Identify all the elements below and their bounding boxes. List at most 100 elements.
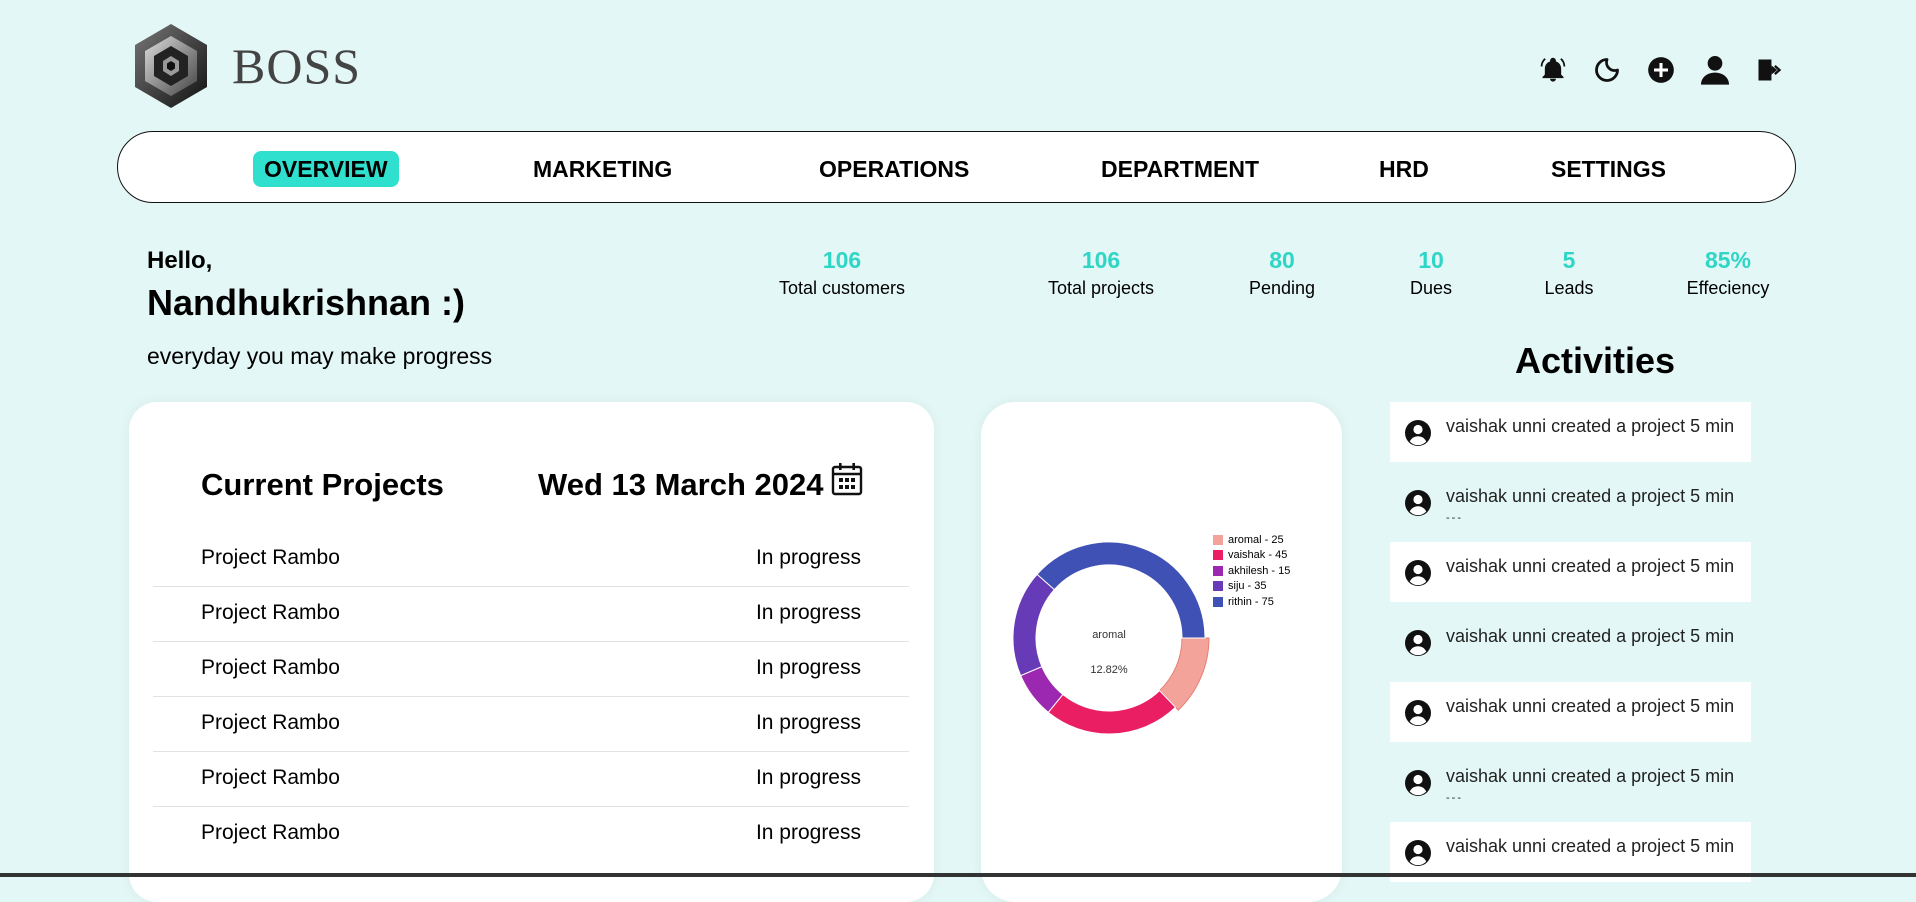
stat-label: Effeciency [1686,278,1770,298]
stat-dues: 10 Dues [1410,246,1452,302]
logout-icon[interactable] [1742,50,1796,90]
project-name: Project Rambo [201,766,340,789]
brand-name: BOSS [232,38,362,94]
legend-item[interactable]: siju - 35 [1213,579,1290,595]
table-row[interactable]: Project Rambo In progress [153,752,909,807]
activity-text: vaishak unni created a project 5 min [1446,696,1735,716]
user-avatar-icon [1405,490,1431,516]
project-name: Project Rambo [201,546,340,569]
activity-text: vaishak unni created a project 5 min [1446,416,1735,436]
project-status: In progress [755,546,861,569]
stat-efficiency: 85% Effeciency [1687,246,1770,302]
tab-hrd[interactable]: HRD [1368,151,1440,187]
activity-more: --- [1446,512,1463,524]
stat-value: 80 [1269,247,1295,273]
project-status: In progress [755,766,861,789]
stat-value: 10 [1418,247,1444,273]
table-row[interactable]: Project Rambo In progress [153,532,909,587]
activity-text: vaishak unni created a project 5 min [1446,836,1735,856]
header-toolbar [1526,50,1796,90]
project-name: Project Rambo [201,821,340,844]
main-nav: OVERVIEW MARKETING OPERATIONS DEPARTMENT… [117,131,1796,203]
user-avatar-icon [1405,420,1431,446]
plus-circle-icon[interactable] [1634,50,1688,90]
project-name: Project Rambo [201,711,340,734]
activity-item[interactable]: vaishak unni created a project 5 min [1390,682,1751,742]
user-avatar-icon [1405,560,1431,586]
legend-item[interactable]: rithin - 75 [1213,594,1290,610]
hexagon-logo-icon [135,24,207,108]
stat-label: Pending [1248,278,1316,298]
current-projects-card: Current Projects Wed 13 March 2024 Proje… [129,402,934,902]
stat-value: 106 [822,247,862,273]
legend-item[interactable]: aromal - 25 [1213,532,1290,548]
stat-value: 5 [1562,247,1576,273]
activity-text: vaishak unni created a project 5 min [1446,486,1735,506]
tab-department[interactable]: DEPARTMENT [1090,151,1270,187]
project-status: In progress [755,601,861,624]
legend-item[interactable]: akhilesh - 15 [1213,563,1290,579]
window-bottom-edge [0,873,1916,877]
project-name: Project Rambo [201,656,340,679]
donut-center-value: 12.82% [1090,664,1128,676]
projects-date: Wed 13 March 2024 [538,467,824,502]
stat-label: Total customers [778,278,906,298]
moon-icon[interactable] [1580,50,1634,90]
activity-text: vaishak unni created a project 5 min [1446,626,1735,646]
projects-title: Current Projects [201,467,444,502]
project-status: In progress [755,821,861,844]
activity-item[interactable]: vaishak unni created a project 5 min [1390,542,1751,602]
greeting-tagline: everyday you may make progress [147,343,493,369]
legend-label: akhilesh - 15 [1228,564,1291,577]
project-status: In progress [755,711,861,734]
donut-center-label: aromal [1092,629,1126,641]
donut-chart [1012,541,1210,735]
legend-item[interactable]: vaishak - 45 [1213,548,1290,564]
boss-logo[interactable] [131,22,211,110]
activities-title: Activities [1515,340,1676,381]
activity-item[interactable]: vaishak unni created a project 5 min [1390,612,1751,672]
user-icon[interactable] [1688,50,1742,90]
projects-list: Project Rambo In progress Project Rambo … [153,532,909,861]
stat-label: Leads [1544,278,1594,298]
chart-card: aromal - 25 vaishak - 45 akhilesh - 15 siju… [981,402,1342,902]
legend-label: rithin - 75 [1228,595,1274,608]
legend-swatch [1213,581,1223,592]
user-avatar-icon [1405,700,1431,726]
stat-total-projects: 106 Total projects [1048,246,1154,302]
stat-label: Total projects [1047,278,1155,298]
project-name: Project Rambo [201,601,340,624]
user-name: Nandhukrishnan :) [147,282,466,323]
tab-overview[interactable]: OVERVIEW [253,151,399,187]
donut-slice[interactable] [1012,573,1056,677]
table-row[interactable]: Project Rambo In progress [153,697,909,752]
legend-label: siju - 35 [1228,580,1267,593]
tab-settings[interactable]: SETTINGS [1540,151,1677,187]
activity-item[interactable]: vaishak unni created a project 5 min [1390,402,1751,462]
legend-swatch [1213,565,1223,576]
stat-pending: 80 Pending [1249,246,1315,302]
stat-value: 106 [1081,247,1121,273]
tab-operations[interactable]: OPERATIONS [808,151,980,187]
user-avatar-icon [1405,770,1431,796]
calendar-icon[interactable] [831,462,863,496]
stat-total-customers: 106 Total customers [779,246,905,302]
activity-item[interactable]: vaishak unni created a project 5 min --- [1390,472,1751,532]
chart-legend: aromal - 25 vaishak - 45 akhilesh - 15 siju… [1213,532,1290,610]
legend-swatch [1213,534,1223,545]
user-avatar-icon [1405,840,1431,866]
donut-slice[interactable] [1036,541,1206,639]
table-row[interactable]: Project Rambo In progress [153,642,909,697]
donut-slice[interactable] [1047,689,1177,735]
table-row[interactable]: Project Rambo In progress [153,587,909,642]
tab-marketing[interactable]: MARKETING [522,151,683,187]
activity-more: --- [1446,792,1463,804]
table-row[interactable]: Project Rambo In progress [153,807,909,861]
project-status: In progress [755,656,861,679]
activity-text: vaishak unni created a project 5 min [1446,556,1735,576]
activity-text: vaishak unni created a project 5 min [1446,766,1735,786]
legend-swatch [1213,596,1223,607]
bell-icon[interactable] [1526,50,1580,90]
activity-item[interactable]: vaishak unni created a project 5 min --- [1390,752,1751,812]
stat-label: Dues [1409,278,1453,298]
